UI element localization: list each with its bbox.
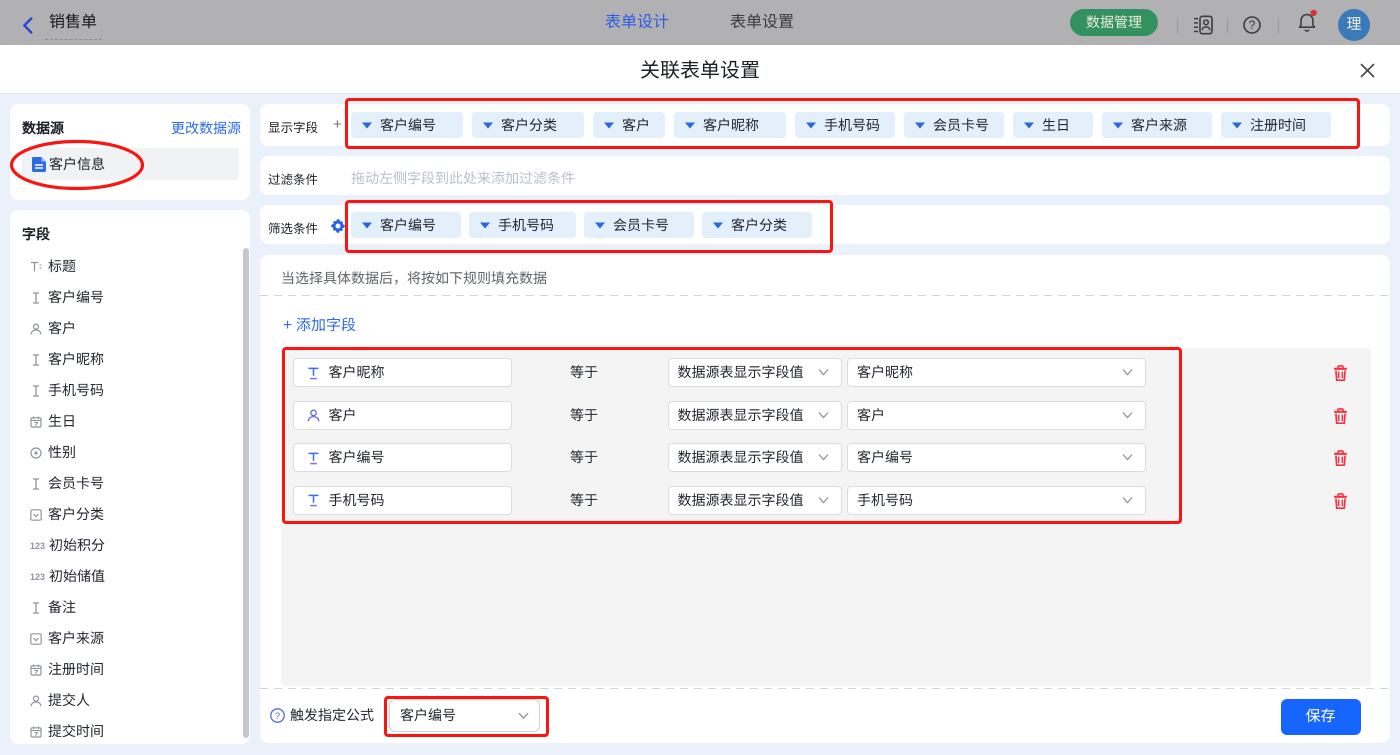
svg-text:?: ? [1249, 18, 1256, 32]
svg-text:?: ? [274, 711, 279, 722]
